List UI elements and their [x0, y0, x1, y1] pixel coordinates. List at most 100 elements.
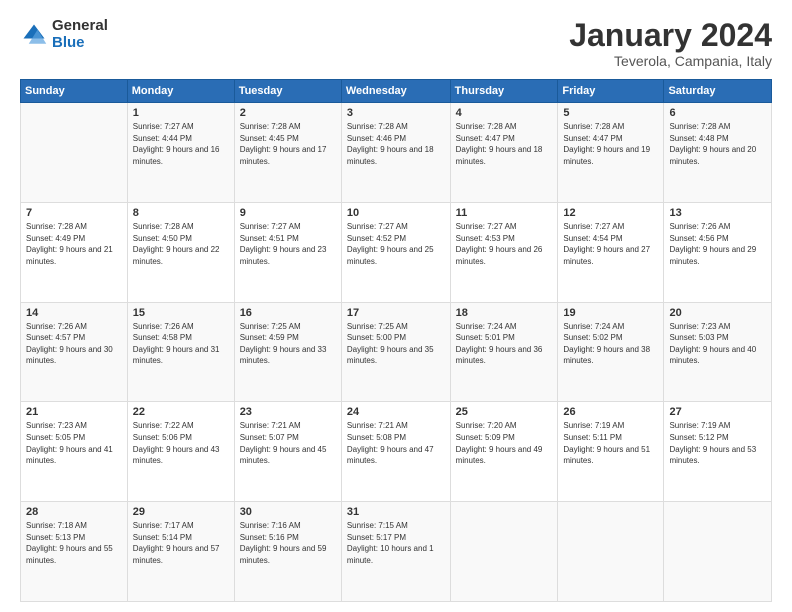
day-number: 26 — [563, 406, 658, 418]
day-info: Sunrise: 7:24 AMSunset: 5:02 PMDaylight:… — [563, 321, 658, 367]
day-number: 21 — [26, 406, 122, 418]
day-number: 17 — [347, 307, 445, 319]
col-header-tuesday: Tuesday — [234, 80, 341, 103]
day-info: Sunrise: 7:28 AMSunset: 4:50 PMDaylight:… — [133, 221, 229, 267]
day-info: Sunrise: 7:28 AMSunset: 4:45 PMDaylight:… — [240, 121, 336, 167]
day-info: Sunrise: 7:27 AMSunset: 4:52 PMDaylight:… — [347, 221, 445, 267]
day-cell: 4 Sunrise: 7:28 AMSunset: 4:47 PMDaylight… — [450, 103, 558, 203]
day-info: Sunrise: 7:21 AMSunset: 5:08 PMDaylight:… — [347, 420, 445, 466]
day-cell: 18Sunrise: 7:24 AMSunset: 5:01 PMDayligh… — [450, 302, 558, 402]
day-cell: 25 Sunrise: 7:20 AMSunset: 5:09 PMDayligh… — [450, 402, 558, 502]
day-number: 20 — [669, 307, 766, 319]
day-cell: 23 Sunrise: 7:21 AMSunset: 5:07 PMDayligh… — [234, 402, 341, 502]
day-number: 8 — [133, 207, 229, 219]
day-cell: 28Sunrise: 7:18 AMSunset: 5:13 PMDayligh… — [21, 502, 128, 602]
day-info: Sunrise: 7:17 AMSunset: 5:14 PMDaylight:… — [133, 520, 229, 566]
day-cell: 15 Sunrise: 7:26 AMSunset: 4:58 PMDayligh… — [127, 302, 234, 402]
header-row: SundayMondayTuesdayWednesdayThursdayFrid… — [21, 80, 772, 103]
day-number: 25 — [456, 406, 553, 418]
month-title: January 2024 — [569, 18, 772, 53]
col-header-thursday: Thursday — [450, 80, 558, 103]
day-info: Sunrise: 7:25 AMSunset: 4:59 PMDaylight:… — [240, 321, 336, 367]
day-number: 10 — [347, 207, 445, 219]
day-cell: 19 Sunrise: 7:24 AMSunset: 5:02 PMDayligh… — [558, 302, 664, 402]
day-number: 11 — [456, 207, 553, 219]
day-number: 29 — [133, 506, 229, 518]
day-number: 18 — [456, 307, 553, 319]
day-info: Sunrise: 7:23 AMSunset: 5:05 PMDaylight:… — [26, 420, 122, 466]
day-number: 6 — [669, 107, 766, 119]
day-info: Sunrise: 7:19 AMSunset: 5:12 PMDaylight:… — [669, 420, 766, 466]
logo-icon — [20, 21, 48, 49]
day-cell: 2Sunrise: 7:28 AMSunset: 4:45 PMDaylight… — [234, 103, 341, 203]
title-block: January 2024 Teverola, Campania, Italy — [569, 18, 772, 69]
day-number: 15 — [133, 307, 229, 319]
day-info: Sunrise: 7:22 AMSunset: 5:06 PMDaylight:… — [133, 420, 229, 466]
day-info: Sunrise: 7:16 AMSunset: 5:16 PMDaylight:… — [240, 520, 336, 566]
day-info: Sunrise: 7:27 AMSunset: 4:51 PMDaylight:… — [240, 221, 336, 267]
day-info: Sunrise: 7:20 AMSunset: 5:09 PMDaylight:… — [456, 420, 553, 466]
day-number: 1 — [133, 107, 229, 119]
col-header-saturday: Saturday — [664, 80, 772, 103]
day-number: 7 — [26, 207, 122, 219]
day-number: 31 — [347, 506, 445, 518]
day-cell: 27Sunrise: 7:19 AMSunset: 5:12 PMDayligh… — [664, 402, 772, 502]
week-row-4: 28Sunrise: 7:18 AMSunset: 5:13 PMDayligh… — [21, 502, 772, 602]
day-cell: 24 Sunrise: 7:21 AMSunset: 5:08 PMDayligh… — [341, 402, 450, 502]
day-number: 14 — [26, 307, 122, 319]
day-number: 19 — [563, 307, 658, 319]
logo-blue: Blue — [52, 35, 108, 52]
day-cell: 8 Sunrise: 7:28 AMSunset: 4:50 PMDaylight… — [127, 202, 234, 302]
location-title: Teverola, Campania, Italy — [569, 53, 772, 69]
day-info: Sunrise: 7:26 AMSunset: 4:56 PMDaylight:… — [669, 221, 766, 267]
day-cell: 11Sunrise: 7:27 AMSunset: 4:53 PMDayligh… — [450, 202, 558, 302]
day-info: Sunrise: 7:28 AMSunset: 4:48 PMDaylight:… — [669, 121, 766, 167]
day-info: Sunrise: 7:27 AMSunset: 4:54 PMDaylight:… — [563, 221, 658, 267]
day-cell — [21, 103, 128, 203]
day-number: 5 — [563, 107, 658, 119]
day-info: Sunrise: 7:28 AMSunset: 4:47 PMDaylight:… — [456, 121, 553, 167]
day-cell: 6 Sunrise: 7:28 AMSunset: 4:48 PMDaylight… — [664, 103, 772, 203]
day-info: Sunrise: 7:21 AMSunset: 5:07 PMDaylight:… — [240, 420, 336, 466]
day-info: Sunrise: 7:28 AMSunset: 4:47 PMDaylight:… — [563, 121, 658, 167]
day-number: 12 — [563, 207, 658, 219]
week-row-0: 1 Sunrise: 7:27 AMSunset: 4:44 PMDaylight… — [21, 103, 772, 203]
day-number: 3 — [347, 107, 445, 119]
day-cell: 10 Sunrise: 7:27 AMSunset: 4:52 PMDayligh… — [341, 202, 450, 302]
day-cell — [450, 502, 558, 602]
page: General Blue January 2024 Teverola, Camp… — [0, 0, 792, 612]
day-cell: 17 Sunrise: 7:25 AMSunset: 5:00 PMDayligh… — [341, 302, 450, 402]
week-row-3: 21 Sunrise: 7:23 AMSunset: 5:05 PMDayligh… — [21, 402, 772, 502]
day-cell: 26 Sunrise: 7:19 AMSunset: 5:11 PMDayligh… — [558, 402, 664, 502]
day-cell: 21 Sunrise: 7:23 AMSunset: 5:05 PMDayligh… — [21, 402, 128, 502]
day-number: 9 — [240, 207, 336, 219]
day-info: Sunrise: 7:15 AMSunset: 5:17 PMDaylight:… — [347, 520, 445, 566]
day-cell: 16 Sunrise: 7:25 AMSunset: 4:59 PMDayligh… — [234, 302, 341, 402]
day-cell: 20Sunrise: 7:23 AMSunset: 5:03 PMDayligh… — [664, 302, 772, 402]
day-cell: 7 Sunrise: 7:28 AMSunset: 4:49 PMDaylight… — [21, 202, 128, 302]
day-cell: 5 Sunrise: 7:28 AMSunset: 4:47 PMDaylight… — [558, 103, 664, 203]
day-cell: 31 Sunrise: 7:15 AMSunset: 5:17 PMDayligh… — [341, 502, 450, 602]
day-cell: 1 Sunrise: 7:27 AMSunset: 4:44 PMDaylight… — [127, 103, 234, 203]
day-number: 23 — [240, 406, 336, 418]
col-header-wednesday: Wednesday — [341, 80, 450, 103]
week-row-1: 7 Sunrise: 7:28 AMSunset: 4:49 PMDaylight… — [21, 202, 772, 302]
day-cell: 30 Sunrise: 7:16 AMSunset: 5:16 PMDayligh… — [234, 502, 341, 602]
day-number: 13 — [669, 207, 766, 219]
day-cell: 9 Sunrise: 7:27 AMSunset: 4:51 PMDaylight… — [234, 202, 341, 302]
day-info: Sunrise: 7:25 AMSunset: 5:00 PMDaylight:… — [347, 321, 445, 367]
calendar-table: SundayMondayTuesdayWednesdayThursdayFrid… — [20, 79, 772, 602]
day-number: 16 — [240, 307, 336, 319]
day-number: 24 — [347, 406, 445, 418]
day-info: Sunrise: 7:26 AMSunset: 4:58 PMDaylight:… — [133, 321, 229, 367]
col-header-monday: Monday — [127, 80, 234, 103]
col-header-friday: Friday — [558, 80, 664, 103]
day-number: 30 — [240, 506, 336, 518]
day-info: Sunrise: 7:19 AMSunset: 5:11 PMDaylight:… — [563, 420, 658, 466]
day-info: Sunrise: 7:27 AMSunset: 4:44 PMDaylight:… — [133, 121, 229, 167]
logo: General Blue — [20, 18, 108, 51]
col-header-sunday: Sunday — [21, 80, 128, 103]
day-info: Sunrise: 7:28 AMSunset: 4:49 PMDaylight:… — [26, 221, 122, 267]
day-number: 4 — [456, 107, 553, 119]
day-info: Sunrise: 7:18 AMSunset: 5:13 PMDaylight:… — [26, 520, 122, 566]
